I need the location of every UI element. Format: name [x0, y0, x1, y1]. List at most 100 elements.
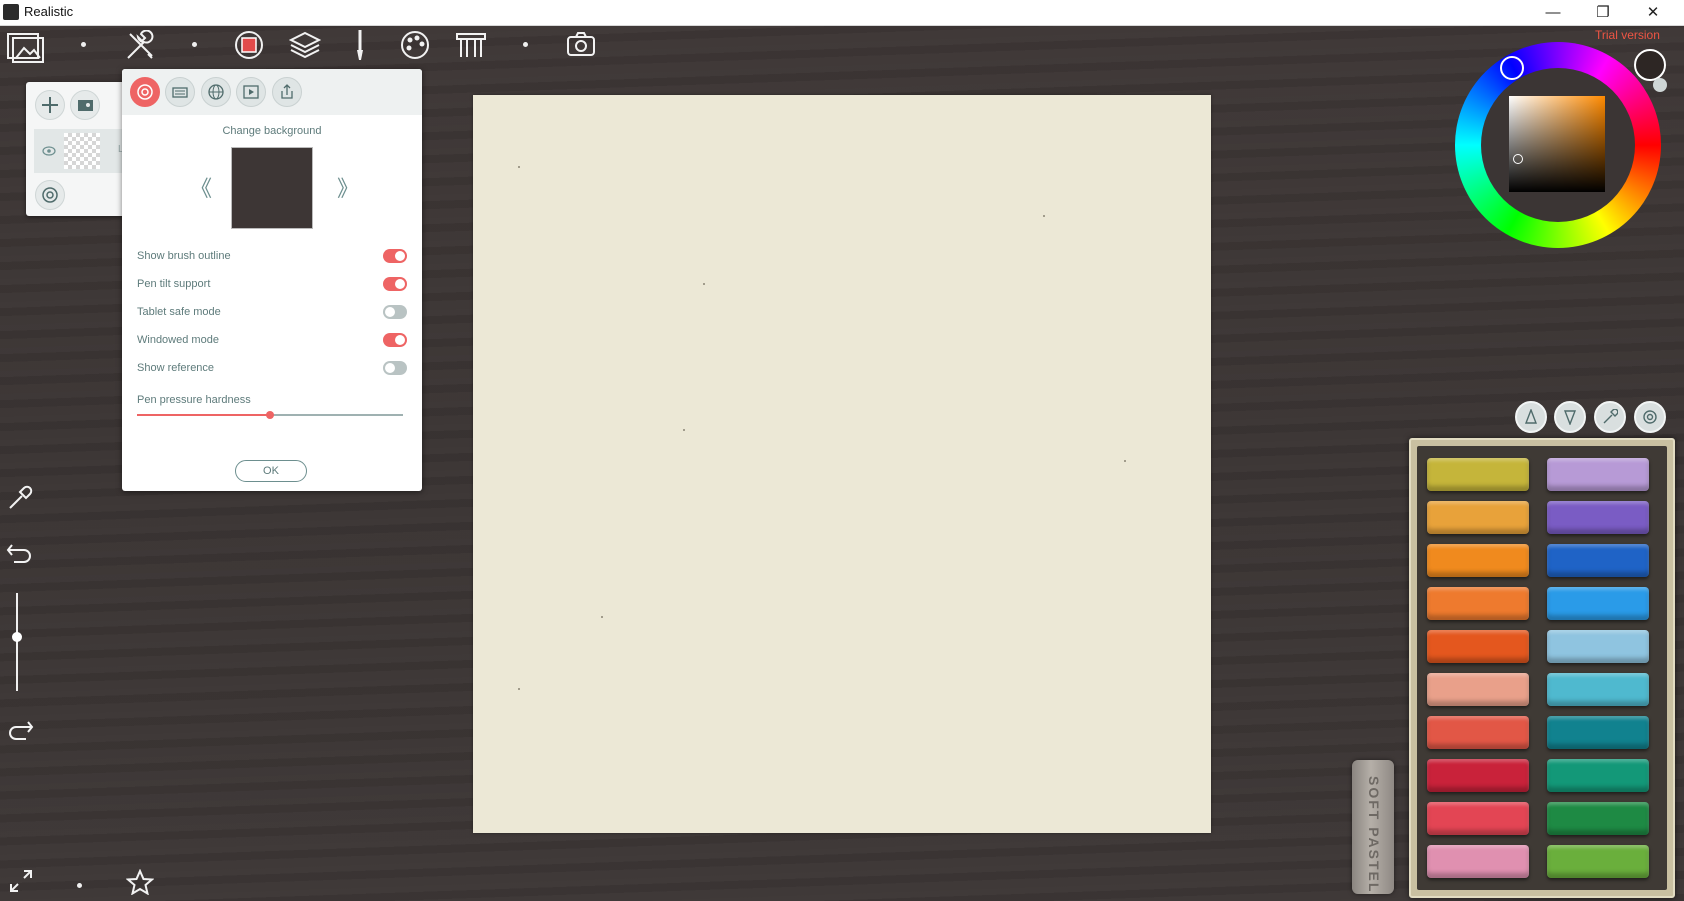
toggle-show-brush-outline[interactable]: [383, 249, 407, 263]
close-button[interactable]: ✕: [1630, 0, 1676, 25]
add-layer-button[interactable]: [35, 90, 65, 120]
tab-video[interactable]: [236, 77, 266, 107]
paper-speck: [1043, 215, 1045, 217]
toggle-pen-tilt-support[interactable]: [383, 277, 407, 291]
maximize-button[interactable]: ❐: [1580, 0, 1626, 25]
current-color-swatch[interactable]: [1634, 49, 1666, 81]
pastel-stick[interactable]: [1427, 458, 1529, 491]
tab-general[interactable]: [130, 77, 160, 107]
pastel-stick[interactable]: [1547, 802, 1649, 835]
layers-panel: Lay: [26, 82, 134, 216]
toggle-tablet-safe-mode[interactable]: [383, 305, 407, 319]
option-tablet-safe-mode: Tablet safe mode: [137, 303, 407, 323]
blender-icon: [1563, 410, 1577, 425]
paper-speck: [1124, 460, 1126, 462]
option-label: Pen tilt support: [137, 278, 211, 290]
settings-tabs: [122, 69, 422, 115]
layer-thumbnail: [64, 133, 100, 169]
pastel-stick[interactable]: [1427, 630, 1529, 663]
pastel-stick[interactable]: [1427, 716, 1529, 749]
fullscreen-icon[interactable]: [8, 868, 34, 894]
palette-icon[interactable]: [400, 30, 430, 60]
window-title: Realistic: [24, 4, 74, 19]
pastel-stick[interactable]: [1547, 673, 1649, 706]
folder-image-icon: [78, 100, 93, 111]
option-label: Tablet safe mode: [137, 306, 221, 318]
pastel-stick[interactable]: [1427, 501, 1529, 534]
easel-icon[interactable]: [455, 31, 487, 59]
layers-icon[interactable]: [289, 29, 321, 61]
brush-settings-button[interactable]: [1634, 401, 1666, 433]
eyedropper-icon[interactable]: [6, 484, 34, 512]
tab-share[interactable]: [272, 77, 302, 107]
pastel-stick[interactable]: [1427, 845, 1529, 878]
pastel-brand-text: SOFT PASTEL: [1366, 776, 1382, 894]
star-icon[interactable]: [126, 869, 154, 895]
pencil-tip-button[interactable]: [1515, 401, 1547, 433]
brush-icon[interactable]: [354, 28, 366, 62]
pastel-stick[interactable]: [1547, 630, 1649, 663]
settings-dialog: Change background 《 》 Show brush outline…: [122, 69, 422, 491]
next-background-button[interactable]: 》: [337, 171, 359, 203]
pen-pressure-slider[interactable]: [137, 411, 403, 419]
layer-settings-button[interactable]: [35, 180, 65, 210]
redo-icon[interactable]: [6, 718, 34, 742]
option-pen-tilt-support: Pen tilt support: [137, 275, 407, 295]
undo-icon[interactable]: [6, 541, 34, 565]
drawing-canvas[interactable]: [473, 95, 1211, 833]
option-show-brush-outline: Show brush outline: [137, 247, 407, 267]
layer-row[interactable]: Lay: [34, 129, 134, 173]
import-layer-button[interactable]: [70, 90, 100, 120]
toolbar-dot: [523, 42, 528, 47]
change-background-label: Change background: [222, 125, 322, 137]
slider-thumb[interactable]: [266, 411, 274, 419]
globe-icon: [208, 84, 224, 100]
pastel-stick[interactable]: [1547, 845, 1649, 878]
pastel-stick[interactable]: [1547, 458, 1649, 491]
saturation-value-marker[interactable]: [1513, 154, 1523, 164]
tab-keyboard[interactable]: [165, 77, 195, 107]
pastel-stick[interactable]: [1427, 673, 1529, 706]
brush-size-knob[interactable]: [12, 632, 22, 642]
paper-speck: [518, 688, 520, 690]
toggle-show-reference[interactable]: [383, 361, 407, 375]
pastel-stick[interactable]: [1427, 544, 1529, 577]
blender-button[interactable]: [1554, 401, 1586, 433]
flower-icon: [137, 84, 153, 100]
brush-size-slider[interactable]: [16, 593, 18, 691]
pastel-stick[interactable]: [1427, 759, 1529, 792]
previous-background-button[interactable]: 《: [190, 171, 212, 203]
camera-icon[interactable]: [566, 31, 596, 57]
toggle-windowed-mode[interactable]: [383, 333, 407, 347]
pastel-stick[interactable]: [1427, 802, 1529, 835]
tab-language[interactable]: [201, 77, 231, 107]
minimize-button[interactable]: —: [1530, 0, 1576, 25]
ok-button[interactable]: OK: [235, 460, 307, 482]
pastel-stick[interactable]: [1427, 587, 1529, 620]
pastel-stick[interactable]: [1547, 587, 1649, 620]
background-preview: [231, 147, 313, 229]
title-bar: Realistic — ❐ ✕: [0, 0, 1684, 26]
gallery-icon[interactable]: [6, 30, 46, 64]
pastel-color-box: [1409, 438, 1675, 898]
app-icon: [3, 4, 19, 20]
loose-pastel-stick[interactable]: SOFT PASTEL: [1352, 760, 1394, 894]
tools-icon[interactable]: [124, 30, 156, 62]
keyboard-icon: [172, 87, 188, 98]
canvas-settings-icon[interactable]: [234, 30, 264, 60]
eye-icon[interactable]: [42, 146, 56, 156]
pastel-stick[interactable]: [1547, 501, 1649, 534]
pastel-stick[interactable]: [1547, 544, 1649, 577]
saturation-value-picker[interactable]: [1509, 96, 1605, 192]
toolbar-dot: [81, 42, 86, 47]
video-icon: [243, 85, 259, 99]
eyedropper-button[interactable]: [1594, 401, 1626, 433]
pastel-stick[interactable]: [1547, 759, 1649, 792]
eyedropper-icon: [1603, 409, 1618, 424]
color-settings-icon[interactable]: [1653, 78, 1667, 92]
hue-marker[interactable]: [1500, 56, 1524, 80]
pastel-stick[interactable]: [1547, 716, 1649, 749]
plus-icon: [42, 97, 58, 113]
toolbar-dot: [192, 42, 197, 47]
pastel-tray: [1417, 446, 1667, 890]
